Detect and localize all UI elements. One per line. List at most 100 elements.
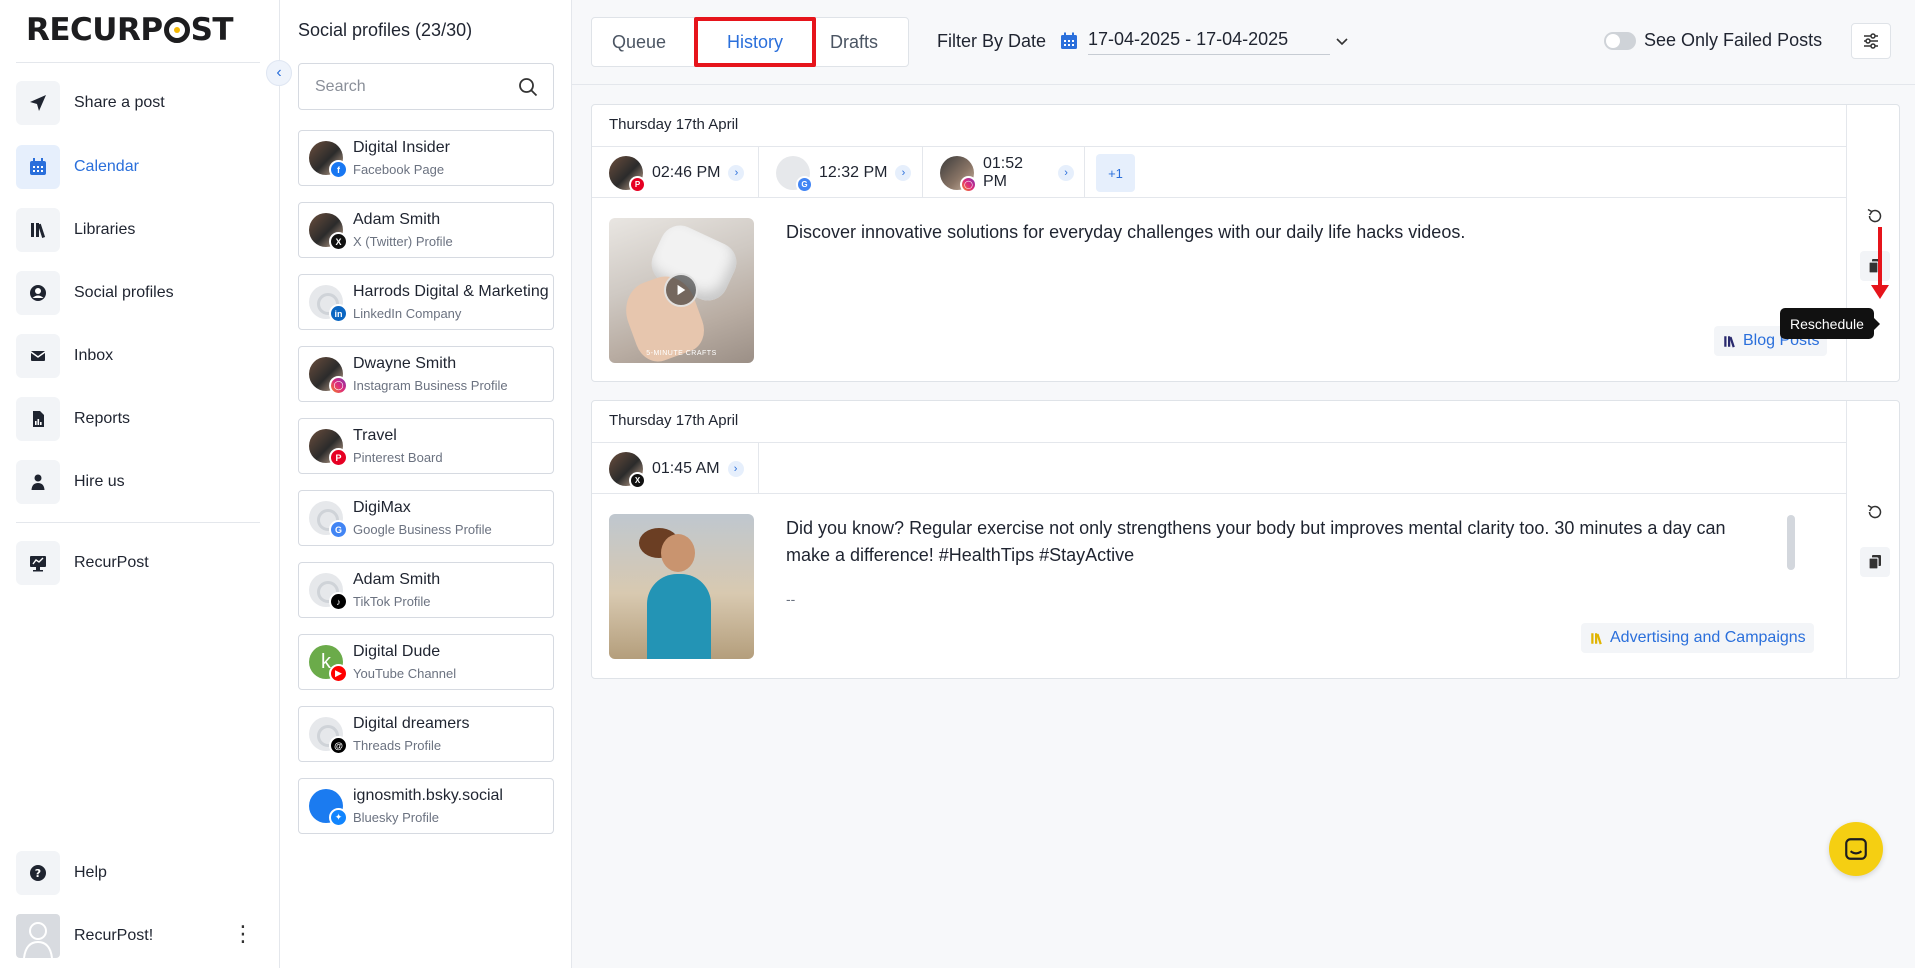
sliders-icon: [1864, 33, 1878, 49]
monitor-icon: [16, 541, 60, 585]
nav-item-reports[interactable]: Reports: [16, 396, 264, 442]
schedule-time: 02:46 PM: [652, 163, 721, 181]
nav-item-share-a-post[interactable]: Share a post: [16, 80, 264, 126]
schedule-item[interactable]: G 12:32 PM ›: [759, 147, 923, 198]
recurpost-logo[interactable]: RECURP ST: [26, 12, 234, 48]
profile-card[interactable]: P Travel Pinterest Board: [298, 418, 554, 474]
chevron-right-icon[interactable]: ›: [728, 164, 745, 181]
chevron-right-icon[interactable]: ›: [727, 460, 744, 477]
schedule-item[interactable]: X 01:45 AM ›: [592, 443, 759, 494]
more-options-icon[interactable]: ⋮: [232, 923, 254, 945]
nav-label: Calendar: [74, 158, 139, 175]
profile-card[interactable]: X Adam Smith X (Twitter) Profile: [298, 202, 554, 258]
profile-name: Travel: [353, 427, 397, 444]
chevron-right-icon[interactable]: ›: [895, 164, 912, 181]
collapse-sidebar-button[interactable]: ‹: [266, 60, 292, 86]
chevron-right-icon[interactable]: ›: [1058, 164, 1074, 181]
chat-icon: [1845, 838, 1867, 860]
nav-item-help[interactable]: ? Help: [16, 850, 264, 896]
date-range-input[interactable]: 17-04-2025 - 17-04-2025: [1088, 29, 1330, 55]
profile-avatar: G: [776, 155, 813, 193]
logo-text-right: ST: [190, 12, 234, 48]
threads-icon: @: [329, 736, 348, 755]
post-text: Discover innovative solutions for everyd…: [786, 222, 1466, 242]
chat-support-button[interactable]: [1829, 822, 1883, 876]
filter-settings-button[interactable]: [1851, 23, 1891, 59]
thumbnail-caption: 5-MINUTE CRAFTS: [646, 350, 717, 357]
profile-name: Dwayne Smith: [353, 355, 457, 372]
tab-drafts[interactable]: Drafts: [820, 18, 888, 66]
user-circle-icon: [16, 271, 60, 315]
post-card: Thursday 17th April X 01:45 AM › Did you…: [591, 400, 1900, 679]
profile-card[interactable]: ✦ ignosmith.bsky.social Bluesky Profile: [298, 778, 554, 834]
nav-item-recurpost-workspace[interactable]: RecurPost: [16, 540, 264, 586]
libraries-icon: [1591, 632, 1602, 644]
profile-card[interactable]: ♪ Adam Smith TikTok Profile: [298, 562, 554, 618]
search-icon[interactable]: [517, 76, 539, 98]
profile-type: X (Twitter) Profile: [353, 234, 453, 249]
profile-type: Threads Profile: [353, 738, 442, 753]
copy-button[interactable]: [1860, 547, 1890, 577]
post-image-thumbnail[interactable]: [609, 514, 754, 659]
nav-item-hire-us[interactable]: Hire us: [16, 459, 264, 505]
nav-item-inbox[interactable]: Inbox: [16, 333, 264, 379]
nav-item-libraries[interactable]: Libraries: [16, 207, 264, 253]
tab-queue[interactable]: Queue: [602, 18, 676, 66]
toolbar: Queue History Drafts Filter By Date 17-0…: [572, 0, 1915, 85]
post-date: Thursday 17th April: [609, 116, 739, 133]
profile-card[interactable]: k ▶ Digital Dude YouTube Channel: [298, 634, 554, 690]
google-business-icon: G: [796, 175, 813, 193]
profile-type: LinkedIn Company: [353, 306, 462, 321]
search-input[interactable]: [299, 64, 499, 109]
help-icon: ?: [16, 851, 60, 895]
profile-card[interactable]: f Digital Insider Facebook Page: [298, 130, 554, 186]
schedule-item[interactable]: ◯ 01:52 PM ›: [923, 147, 1085, 198]
libraries-icon: [1724, 335, 1735, 347]
profile-avatar: X: [609, 451, 646, 489]
profile-name: Harrods Digital & Marketing: [353, 283, 549, 300]
schedule-row: P 02:46 PM › G 12:32 PM › ◯ 01:52 PM › +…: [592, 146, 1847, 198]
failed-posts-toggle[interactable]: [1604, 32, 1636, 50]
user-menu[interactable]: RecurPost! ⋮: [16, 913, 264, 959]
send-icon: [16, 81, 60, 125]
profile-card[interactable]: in Harrods Digital & Marketing LinkedIn …: [298, 274, 554, 330]
x-twitter-icon: X: [329, 232, 348, 251]
reschedule-button[interactable]: [1860, 201, 1890, 231]
post-date: Thursday 17th April: [609, 412, 739, 429]
nav-label: Help: [74, 864, 107, 881]
schedule-time: 12:32 PM: [819, 163, 888, 181]
tab-history[interactable]: History: [694, 17, 816, 67]
calendar-icon: [16, 145, 60, 189]
chevron-down-icon[interactable]: [1334, 33, 1350, 49]
profile-name: ignosmith.bsky.social: [353, 787, 503, 804]
post-card: Thursday 17th April P 02:46 PM › G 12:32…: [591, 104, 1900, 382]
profile-card[interactable]: @ Digital dreamers Threads Profile: [298, 706, 554, 762]
reschedule-icon: [1867, 504, 1882, 519]
profile-type: TikTok Profile: [353, 594, 431, 609]
x-twitter-icon: X: [629, 471, 646, 489]
text-scrollbar[interactable]: [1787, 515, 1795, 570]
more-schedules-badge[interactable]: +1: [1096, 154, 1135, 192]
library-tag[interactable]: Advertising and Campaigns: [1581, 623, 1814, 653]
post-body: Thursday 17th April P 02:46 PM › G 12:32…: [592, 105, 1847, 381]
thumbnail-runner-body: [647, 574, 711, 659]
nav-label: Reports: [74, 410, 131, 427]
annotation-arrow: [1871, 227, 1889, 299]
pinterest-icon: P: [329, 448, 348, 467]
profile-card[interactable]: G DigiMax Google Business Profile: [298, 490, 554, 546]
profile-card[interactable]: ◯ Dwayne Smith Instagram Business Profil…: [298, 346, 554, 402]
copy-button[interactable]: [1860, 251, 1890, 281]
nav-item-social-profiles[interactable]: Social profiles: [16, 270, 264, 316]
logo-text-left: RECURP: [26, 12, 163, 48]
post-video-thumbnail[interactable]: 5-MINUTE CRAFTS: [609, 218, 754, 363]
calendar-icon[interactable]: [1060, 32, 1078, 50]
main-content: Queue History Drafts Filter By Date 17-0…: [572, 0, 1915, 968]
play-icon[interactable]: [664, 273, 698, 307]
profile-search: [298, 63, 554, 110]
logo-o-icon: [163, 17, 190, 43]
nav-item-calendar[interactable]: Calendar: [16, 144, 264, 190]
divider: [16, 522, 260, 523]
schedule-item[interactable]: P 02:46 PM ›: [592, 147, 759, 198]
left-nav: RECURP ST ‹ Share a post Calendar Librari…: [0, 0, 292, 968]
reschedule-button[interactable]: [1860, 497, 1890, 527]
